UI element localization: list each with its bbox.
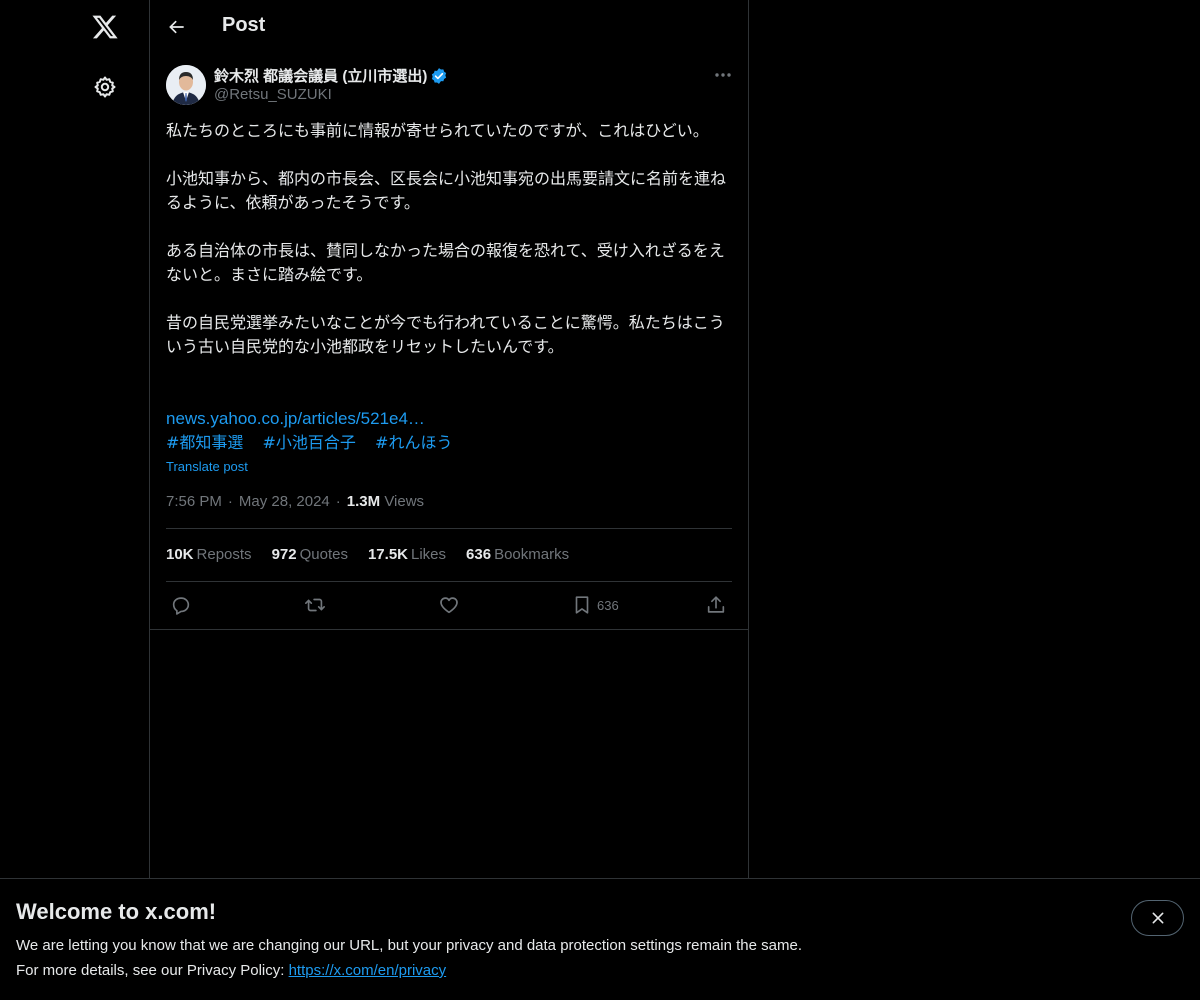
hashtag-link[interactable]: #小池百合子 [263,433,356,452]
repost-button[interactable] [303,592,327,618]
likes-count: 17.5K [367,546,408,563]
divider [166,528,732,529]
page-header: Post [150,0,748,53]
page-title: Post [222,14,266,36]
divider [150,629,748,630]
post-time[interactable]: 7:56 PM [166,493,222,510]
tweet-paragraph: 昔の自民党選挙みたいなことが今でも行われていることに驚愕。私たちはこういう古い自… [166,313,725,356]
author-name-label: 鈴木烈 都議会議員 (立川市選出) [214,68,428,85]
meta-separator: · [227,493,233,510]
likes-label: Likes [411,546,447,563]
close-icon [1152,912,1163,924]
gear-icon[interactable] [87,69,123,105]
share-button[interactable] [705,592,727,618]
avatar[interactable] [166,65,206,105]
arrow-left-icon [169,20,184,34]
reposts-label: Reposts [196,546,252,563]
verified-badge-icon [430,67,448,85]
like-button[interactable] [438,592,460,618]
more-horizontal-icon [715,73,731,77]
back-button[interactable] [162,12,192,42]
post-stats: 10K Reposts 972 Quotes 17.5K Likes 636 Bookm… [166,546,589,563]
tweet-text: 私たちのところにも事前に情報が寄せられていたのですが、これはひどい。 小池知事か… [166,119,732,383]
x-logo-icon[interactable] [87,9,123,45]
share-icon [707,596,725,613]
action-bar: 636 [166,592,732,618]
heart-icon [440,597,458,614]
post-meta: 7:56 PM · May 28, 2024 · 1.3M Views [166,493,424,510]
bookmarks-count: 636 [466,546,492,563]
banner-privacy-prefix: For more details, see our Privacy Policy… [16,962,289,979]
bookmarks-stat[interactable]: 636 Bookmarks [466,546,569,563]
banner-title: Welcome to x.com! [16,899,217,924]
divider [166,581,732,582]
welcome-banner: Welcome to x.com! We are letting you kno… [0,878,1200,1000]
privacy-policy-link[interactable]: https://x.com/en/privacy [289,962,447,979]
bookmark-button[interactable]: 636 [571,592,619,618]
bookmarks-label: Bookmarks [494,546,570,563]
tweet-paragraph: 私たちのところにも事前に情報が寄せられていたのですが、これはひどい。 [166,121,709,140]
left-nav [0,0,150,1000]
quotes-label: Quotes [299,546,348,563]
author-handle[interactable]: @Retsu_SUZUKI [214,86,332,103]
tweet-paragraph: ある自治体の市長は、賛同しなかった場合の報復を恐れて、受け入れざるをえないと。ま… [166,241,725,284]
banner-message: We are letting you know that we are chan… [16,937,802,954]
reply-icon [172,597,190,615]
likes-stat[interactable]: 17.5K Likes [368,546,446,563]
main-column: Post 鈴木烈 都議会議員 (立川市選出) @Retsu_SUZUKI 私たち… [149,0,749,1000]
author-name[interactable]: 鈴木烈 都議会議員 (立川市選出) [214,65,448,86]
bookmark-count: 636 [597,597,619,613]
banner-privacy-line: For more details, see our Privacy Policy… [16,962,446,979]
repost-icon [305,598,325,612]
hashtag-link[interactable]: #都知事選 [166,433,243,452]
meta-separator: · [335,493,341,510]
reposts-count: 10K [166,546,194,563]
hashtags: #都知事選 #小池百合子 #れんほう [166,431,466,455]
tweet-paragraph: 小池知事から、都内の市長会、区長会に小池知事宛の出馬要請文に名前を連ねるように、… [166,169,727,212]
quotes-count: 972 [271,546,297,563]
more-button[interactable] [708,64,738,86]
reposts-stat[interactable]: 10K Reposts [166,546,252,563]
quotes-stat[interactable]: 972 Quotes [272,546,348,563]
tweet-link[interactable]: news.yahoo.co.jp/articles/521e4… [166,407,425,431]
translate-post-link[interactable]: Translate post [166,459,248,474]
post-date[interactable]: May 28, 2024 [239,493,330,510]
reply-button[interactable] [170,592,192,618]
bookmark-icon [575,596,589,614]
views-label: Views [384,493,425,510]
views-count: 1.3M [346,493,381,510]
close-banner-button[interactable] [1131,900,1184,936]
hashtag-link[interactable]: #れんほう [375,433,452,452]
